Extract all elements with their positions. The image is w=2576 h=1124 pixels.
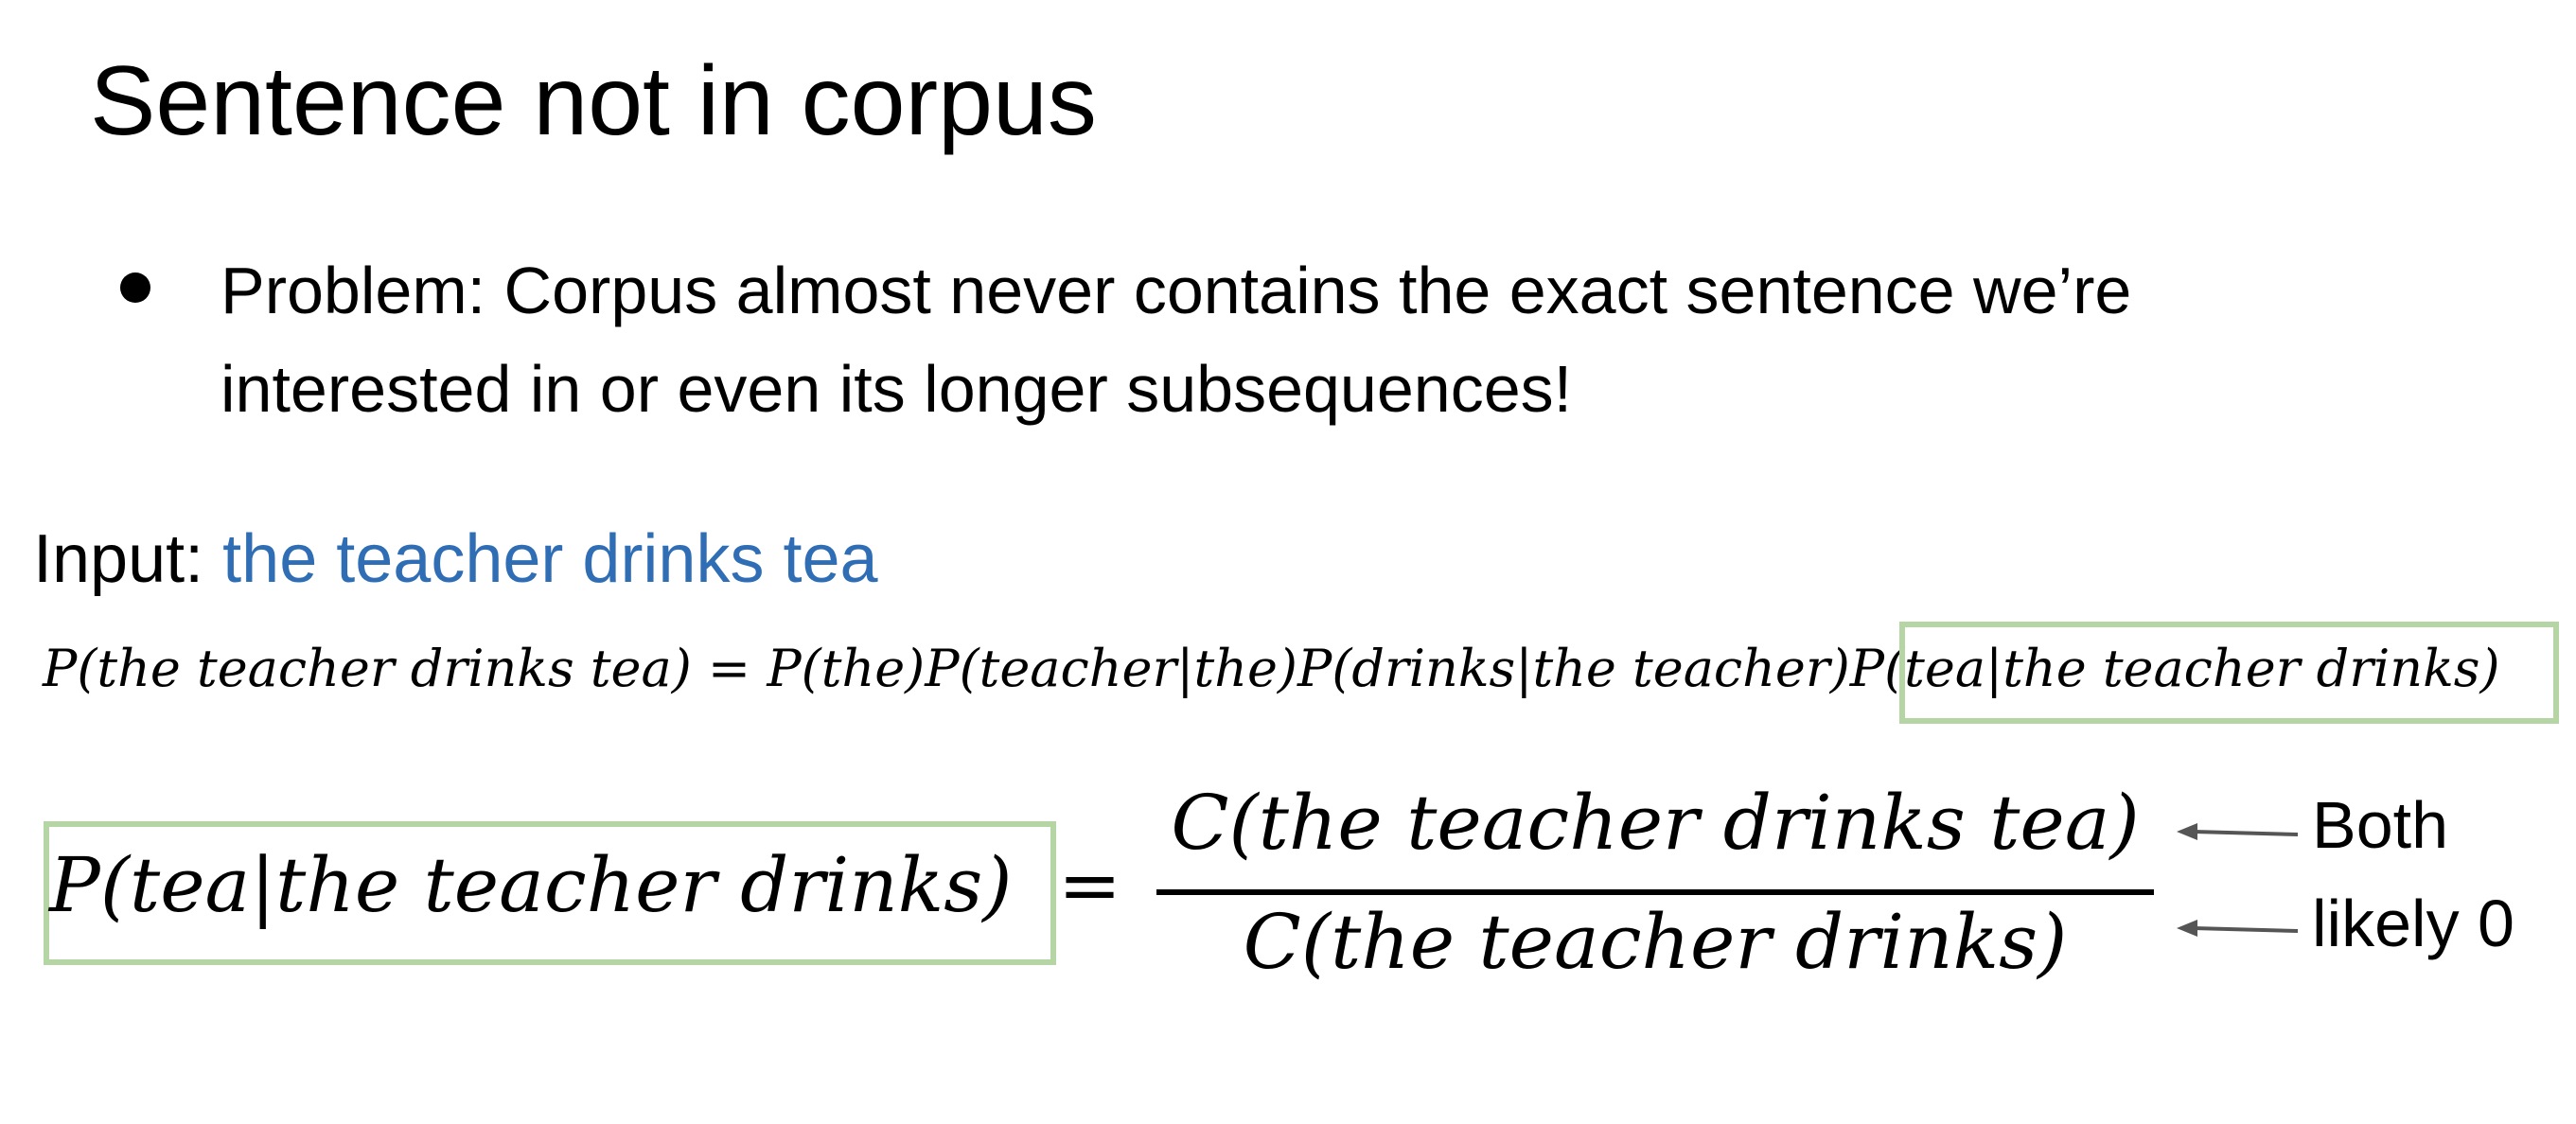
fraction-numerator: C(the teacher drinks tea) — [1171, 779, 2140, 867]
annotation-text: Both likely 0 — [2312, 788, 2514, 960]
eq1-term: P(teacher|the) — [925, 639, 1297, 698]
eq1-term: P(the) — [767, 639, 926, 698]
annotation-arrows — [2177, 823, 2299, 937]
input-label: Input: — [33, 521, 223, 597]
eq1-equals: = — [691, 639, 768, 698]
eq1-lhs: P(the teacher drinks tea) — [43, 639, 692, 698]
conditional-probability: P(tea|the teacher drinks) — [49, 841, 1013, 929]
eq2-equals: = — [1058, 841, 1122, 929]
fraction-denominator: C(the teacher drinks) — [1243, 898, 2068, 986]
arrow-icon — [2177, 823, 2299, 840]
bullet-text: Problem: Corpus almost never contains th… — [221, 254, 2132, 426]
input-line: Input: the teacher drinks tea — [33, 518, 878, 600]
highlight-box — [1899, 622, 2559, 724]
input-value: the teacher drinks tea — [222, 521, 878, 597]
slide-title: Sentence not in corpus — [90, 46, 1097, 156]
bullet-marker — [120, 272, 150, 303]
arrow-icon — [2177, 920, 2299, 937]
fraction-bar — [1156, 889, 2154, 895]
eq1-term: P(drinks|the teacher) — [1297, 639, 1850, 698]
